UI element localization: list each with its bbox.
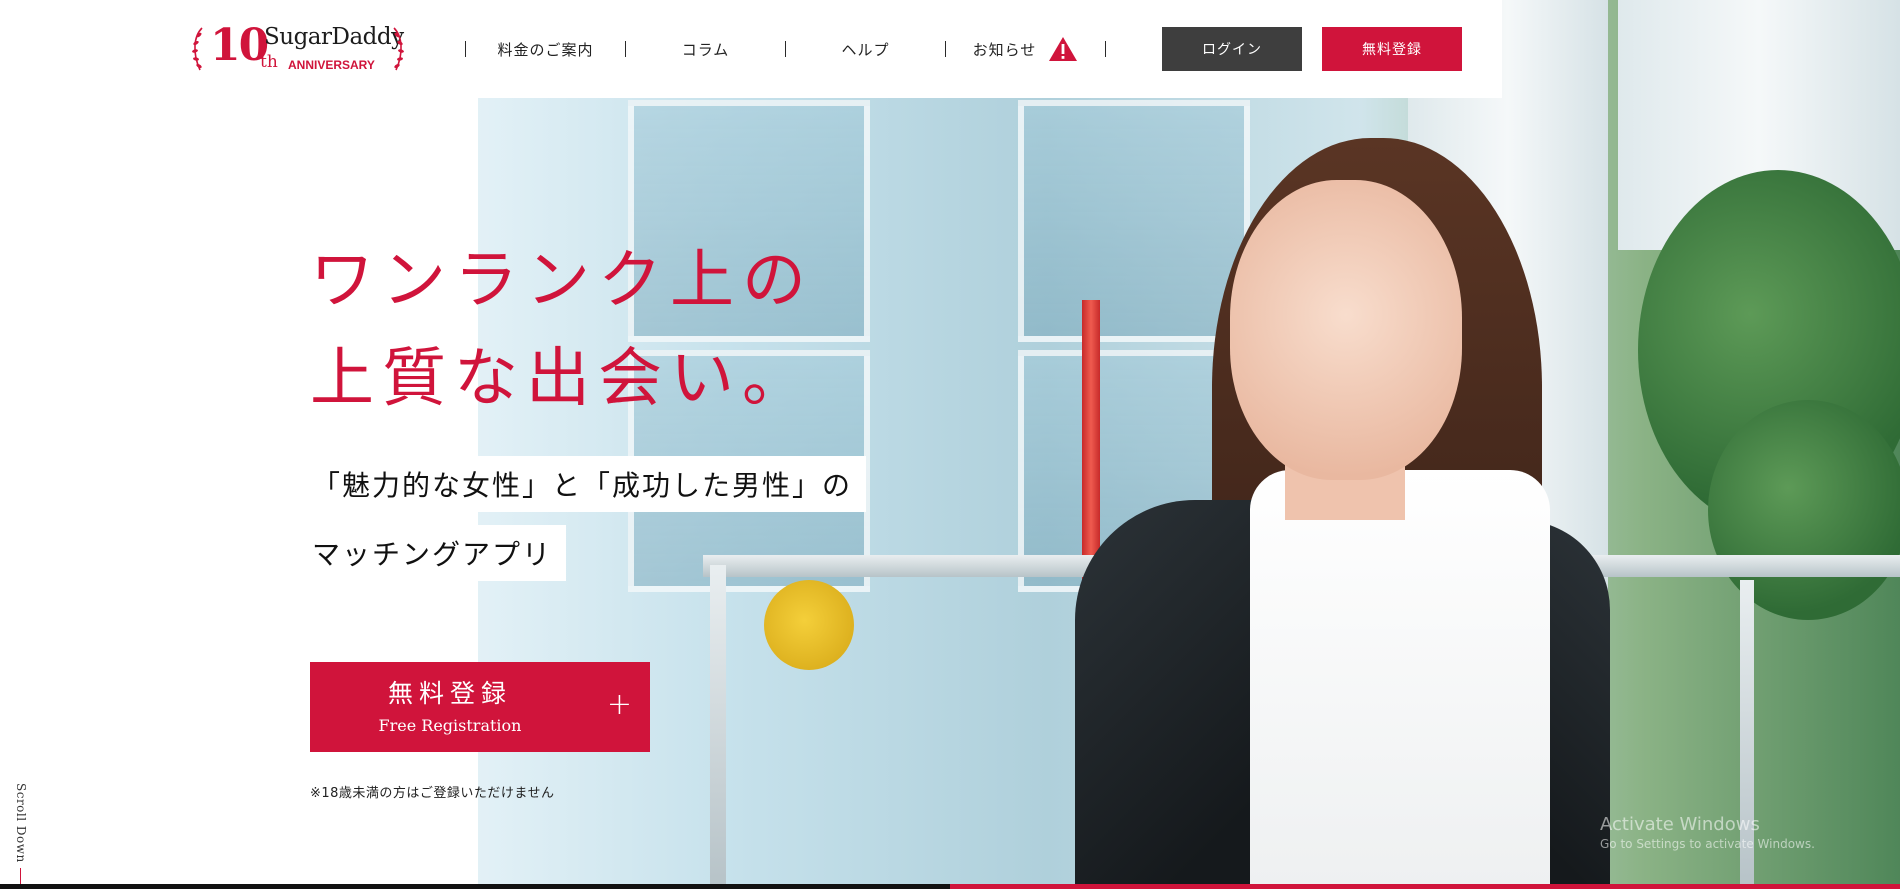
nav-item-label: 料金のご案内 [497, 40, 594, 59]
handrail-post [710, 565, 726, 885]
nav-item-column[interactable]: コラム [626, 39, 785, 60]
slider-progress-bar [0, 884, 1900, 889]
nav-item-help[interactable]: ヘルプ [786, 39, 945, 60]
scroll-indicator-line [20, 868, 21, 884]
plus-icon: + [606, 687, 632, 722]
hero-subtitle-line: マッチングアプリ [300, 525, 567, 581]
site-header: 10 th SugarDaddy ANNIVERSARY 料金のご案内 コラム [0, 0, 1502, 98]
nav-item-label: お知らせ [972, 40, 1037, 59]
header-register-button[interactable]: 無料登録 [1322, 27, 1462, 71]
nav-item-pricing[interactable]: 料金のご案内 [466, 39, 625, 60]
tree [1708, 400, 1900, 620]
watermark-title: Activate Windows [1600, 814, 1760, 835]
free-registration-button[interactable]: 無料登録 Free Registration + [310, 662, 650, 752]
logo-anniversary-label: ANNIVERSARY [288, 58, 375, 72]
hero-subtitle-line: 「魅力的な女性」と「成功した男性」の [300, 456, 867, 512]
yellow-sign [764, 580, 854, 670]
model-shirt [1250, 470, 1550, 889]
laurel-right-icon [393, 27, 404, 71]
warning-icon [1049, 37, 1078, 61]
windows-activation-watermark: Activate Windows Go to Settings to activ… [1600, 814, 1815, 851]
cta-label-en: Free Registration [378, 716, 522, 735]
hero-title: ワンランク上の 上質な出会い。 [310, 232, 814, 428]
nav-item-label: コラム [681, 40, 730, 59]
main-nav: 料金のご案内 コラム ヘルプ お知らせ [465, 32, 1106, 66]
login-button[interactable]: ログイン [1162, 27, 1302, 71]
cta-label-ja: 無料登録 [387, 679, 512, 708]
logo-anniversary-suffix: th [260, 52, 278, 72]
hero-title-line: ワンランク上の [310, 244, 814, 318]
hero-title-line: 上質な出会い。 [310, 342, 814, 416]
nav-divider [1105, 41, 1106, 57]
model-face [1230, 180, 1462, 480]
site-logo[interactable]: 10 th SugarDaddy ANNIVERSARY [190, 20, 408, 78]
building-window [1018, 100, 1250, 342]
laurel-left-icon [192, 27, 203, 71]
watermark-subtitle: Go to Settings to activate Windows. [1600, 837, 1815, 851]
slider-progress-fill [950, 884, 1900, 889]
age-restriction-note: ※18歳未満の方はご登録いただけません [310, 786, 555, 801]
nav-item-label: ヘルプ [841, 40, 890, 59]
scroll-down-label[interactable]: Scroll Down [14, 783, 28, 863]
logo-brand-name: SugarDaddy [264, 24, 404, 50]
landing-page: 10 th SugarDaddy ANNIVERSARY 料金のご案内 コラム [0, 0, 1900, 889]
nav-item-news[interactable]: お知らせ [946, 36, 1105, 62]
logo-anniversary-number: 10 [210, 20, 269, 71]
